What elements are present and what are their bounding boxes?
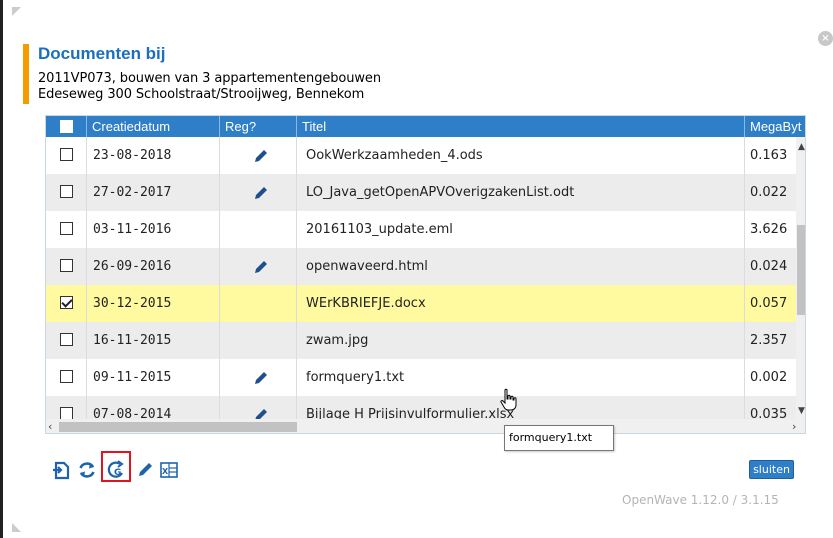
documents-dialog: × Documenten bij 2011VP073, bouwen van 3…	[0, 0, 833, 538]
row-checkbox[interactable]	[60, 185, 73, 198]
row-checkbox[interactable]	[60, 148, 73, 161]
cell-title[interactable]: openwaveerd.html	[296, 248, 744, 285]
pencil-icon[interactable]	[253, 148, 269, 164]
select-all-cell	[46, 116, 86, 137]
scroll-right-icon[interactable]: ›	[792, 420, 796, 433]
cell-date: 23-08-2018	[86, 137, 219, 174]
cell-reg	[219, 137, 296, 174]
cell-date: 16-11-2015	[86, 322, 219, 359]
row-checkbox[interactable]	[60, 370, 73, 383]
tooltip: formquery1.txt	[504, 425, 614, 451]
cell-megabytes: 0.002	[744, 359, 796, 396]
cell-megabytes: 0.024	[744, 248, 796, 285]
cell-title[interactable]: WErKBRIEFJE.docx	[296, 285, 744, 322]
edit-icon[interactable]	[134, 459, 156, 481]
row-select-cell	[46, 211, 86, 248]
cell-title[interactable]: formquery1.txt	[296, 359, 744, 396]
cell-megabytes: 0.022	[744, 174, 796, 211]
column-header-date[interactable]: Creatiedatum	[86, 116, 219, 137]
scroll-up-icon[interactable]: ▲	[796, 142, 805, 152]
column-header-title[interactable]: Titel	[296, 116, 744, 137]
row-checkbox[interactable]	[60, 259, 73, 272]
scroll-left-icon[interactable]: ‹	[48, 420, 52, 433]
column-header-megabytes[interactable]: MegaByt	[744, 116, 805, 137]
close-icon[interactable]: ×	[818, 31, 833, 46]
case-description: 2011VP073, bouwen van 3 appartementengeb…	[38, 71, 381, 86]
vertical-scrollbar[interactable]: ▲ ▼	[796, 137, 805, 419]
close-button[interactable]: sluiten	[749, 460, 794, 479]
cell-megabytes: 0.163	[744, 137, 796, 174]
cell-date: 09-11-2015	[86, 359, 219, 396]
row-select-cell	[46, 285, 86, 322]
cell-megabytes: 3.626	[744, 211, 796, 248]
dialog-title: Documenten bij	[38, 44, 166, 63]
hand-cursor-icon	[500, 388, 517, 411]
import-icon[interactable]	[50, 459, 72, 481]
cell-reg	[219, 211, 296, 248]
row-checkbox[interactable]	[60, 296, 73, 309]
table-row[interactable]: 27-02-2017 LO_Java_getOpenAPVOverigzakenL…	[46, 174, 796, 211]
horizontal-scrollbar[interactable]: ‹ ›	[46, 419, 805, 433]
cell-title[interactable]: zwam.jpg	[296, 322, 744, 359]
case-address: Edeseweg 300 Schoolstraat/Strooijweg, Be…	[38, 87, 365, 102]
documents-grid: Creatiedatum Reg? Titel MegaByt 23-08-20…	[45, 115, 806, 434]
cell-megabytes: 2.357	[744, 322, 796, 359]
table-row[interactable]: 26-09-2016 openwaveerd.html 0.024	[46, 248, 796, 285]
corner-decoration	[12, 523, 21, 532]
pencil-icon[interactable]	[253, 185, 269, 201]
table-row[interactable]: 03-11-2016 20161103_update.eml 3.626	[46, 211, 796, 248]
row-checkbox[interactable]	[60, 333, 73, 346]
table-row[interactable]: 16-11-2015 zwam.jpg 2.357	[46, 322, 796, 359]
grid-header: Creatiedatum Reg? Titel MegaByt	[46, 116, 805, 137]
header-accent-bar	[23, 44, 29, 104]
scroll-down-icon[interactable]: ▼	[796, 406, 805, 416]
row-select-cell	[46, 322, 86, 359]
select-all-checkbox[interactable]	[60, 120, 73, 134]
cell-megabytes: 0.057	[744, 285, 796, 322]
table-row[interactable]: 30-12-2015 WErKBRIEFJE.docx 0.057	[46, 285, 796, 322]
window-edge	[0, 0, 3, 538]
svg-text:X: X	[162, 467, 169, 476]
row-select-cell	[46, 359, 86, 396]
horizontal-scroll-thumb[interactable]	[59, 422, 297, 432]
table-row[interactable]: 23-08-2018 OokWerkzaamheden_4.ods 0.163	[46, 137, 796, 174]
refresh-icon[interactable]	[76, 459, 98, 481]
cell-reg	[219, 285, 296, 322]
column-header-reg[interactable]: Reg?	[219, 116, 296, 137]
row-select-cell	[46, 137, 86, 174]
cell-reg	[219, 174, 296, 211]
pencil-icon[interactable]	[253, 259, 269, 275]
cell-title[interactable]: LO_Java_getOpenAPVOverigzakenList.odt	[296, 174, 744, 211]
cell-date: 03-11-2016	[86, 211, 219, 248]
highlight-box	[101, 451, 131, 482]
cell-title[interactable]: 20161103_update.eml	[296, 211, 744, 248]
excel-icon[interactable]: X	[158, 459, 180, 481]
corner-decoration	[12, 7, 21, 16]
cell-date: 26-09-2016	[86, 248, 219, 285]
cell-date: 27-02-2017	[86, 174, 219, 211]
row-select-cell	[46, 174, 86, 211]
cell-date: 30-12-2015	[86, 285, 219, 322]
row-checkbox[interactable]	[60, 222, 73, 235]
grid-body: 23-08-2018 OokWerkzaamheden_4.ods 0.163 27-…	[46, 137, 805, 433]
cell-reg	[219, 248, 296, 285]
version-label: OpenWave 1.12.0 / 3.1.15	[622, 493, 779, 507]
row-select-cell	[46, 248, 86, 285]
cell-reg	[219, 359, 296, 396]
table-row[interactable]: 09-11-2015 formquery1.txt 0.002	[46, 359, 796, 396]
vertical-scroll-thumb[interactable]	[797, 225, 805, 315]
cell-title[interactable]: OokWerkzaamheden_4.ods	[296, 137, 744, 174]
cell-reg	[219, 322, 296, 359]
pencil-icon[interactable]	[253, 370, 269, 386]
